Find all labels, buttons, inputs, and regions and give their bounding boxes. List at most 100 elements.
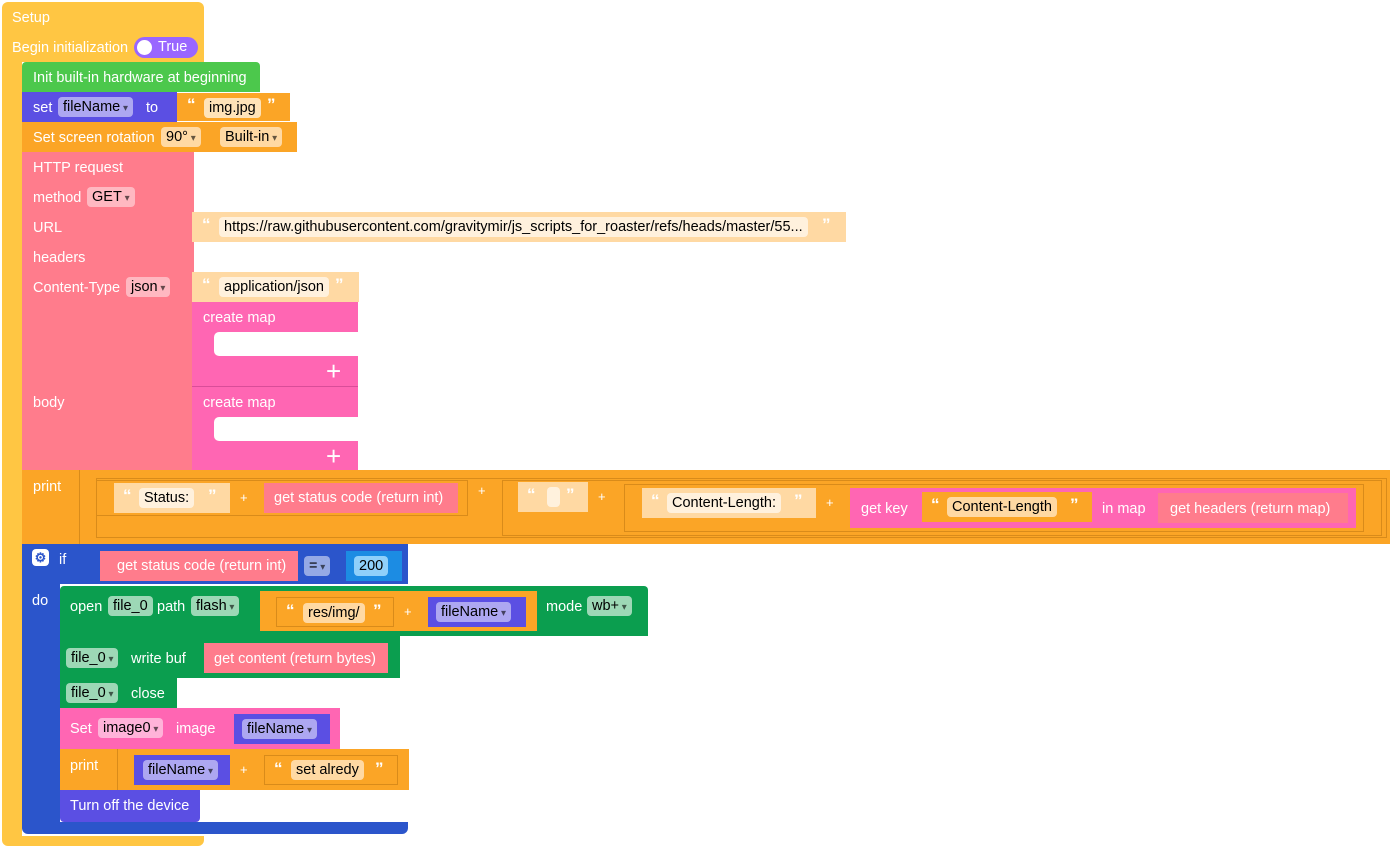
close-file-block[interactable]: file_0 close: [60, 678, 177, 708]
file-name-field[interactable]: file_0: [108, 596, 153, 616]
headers-label: headers: [33, 250, 86, 266]
url-label: URL: [33, 220, 63, 236]
get-status-code-block[interactable]: get status code (return int): [264, 483, 458, 513]
get-content-block[interactable]: get content (return bytes): [204, 643, 388, 673]
create-map-label: create map: [203, 395, 276, 411]
plus-operator: +: [826, 495, 834, 510]
compare-operator-dropdown[interactable]: =: [304, 556, 331, 576]
status-code-label: get status code (return int): [274, 490, 444, 506]
content-type-value-field[interactable]: application/json: [219, 277, 329, 297]
set-alredy-text-block[interactable]: “ set alredy ”: [264, 755, 398, 785]
key-text-block[interactable]: “ Content-Length ”: [922, 492, 1092, 522]
filename-variable-block[interactable]: fileName: [234, 714, 330, 744]
do-label: do: [32, 593, 49, 609]
text-block[interactable]: “ img.jpg ”: [177, 93, 290, 121]
toggle-value: True: [158, 39, 188, 55]
turn-off-label: Turn off the device: [70, 798, 190, 814]
setup-title: Setup: [12, 10, 50, 26]
number-field[interactable]: 200: [354, 556, 389, 576]
plus-operator: +: [598, 489, 606, 504]
close-label: close: [131, 686, 165, 702]
set-variable-block[interactable]: set fileName to: [22, 92, 177, 122]
screen-rotation-block[interactable]: Set screen rotation 90° Built-in: [22, 122, 297, 152]
add-item-icon[interactable]: +: [326, 443, 341, 469]
file-dropdown[interactable]: file_0: [66, 683, 119, 703]
begin-init-toggle[interactable]: True: [134, 37, 198, 58]
empty-text-block[interactable]: “ ”: [518, 482, 588, 512]
open-label: open: [70, 599, 103, 615]
in-map-label: in map: [1102, 501, 1146, 517]
create-map-label: create map: [203, 310, 276, 326]
filename-dropdown[interactable]: fileName: [436, 602, 512, 622]
write-buf-block[interactable]: file_0 write buf get content (return byt…: [60, 636, 400, 678]
image-label: image: [176, 721, 216, 737]
print-label: print: [33, 479, 62, 495]
plus-operator: +: [240, 490, 248, 505]
path-label: path: [157, 599, 186, 615]
turn-off-device-block[interactable]: Turn off the device: [60, 790, 200, 822]
get-headers-label: get headers (return map): [1170, 501, 1331, 517]
image-dropdown[interactable]: image0: [98, 718, 164, 738]
condition-label: get status code (return int): [117, 558, 287, 574]
toggle-knob: [137, 40, 152, 55]
key-field[interactable]: Content-Length: [947, 497, 1057, 517]
print-label: print: [70, 758, 99, 774]
filename-variable-block[interactable]: fileName: [428, 597, 526, 627]
content-length-text-field[interactable]: Content-Length:: [667, 493, 781, 513]
condition-status-code-block[interactable]: get status code (return int): [100, 551, 298, 581]
http-request-block[interactable]: HTTP request method GET URL headers Cont…: [22, 152, 194, 470]
rotation-angle-dropdown[interactable]: 90°: [161, 127, 201, 147]
path-prefix-field[interactable]: res/img/: [303, 603, 365, 623]
status-text-block[interactable]: “ Status: ”: [114, 483, 230, 513]
mode-dropdown[interactable]: wb+: [587, 596, 632, 616]
http-request-title: HTTP request: [33, 160, 123, 176]
print-filename-block[interactable]: print fileName + “ set alredy ”: [60, 749, 409, 790]
init-hardware-label: Init built-in hardware at beginning: [33, 70, 247, 86]
write-buf-label: write buf: [131, 651, 186, 667]
get-key-block[interactable]: get key “ Content-Length ” in map get he…: [850, 488, 1356, 528]
to-label: to: [146, 100, 159, 116]
body-label: body: [33, 395, 65, 411]
get-key-label: get key: [861, 501, 908, 517]
get-headers-block[interactable]: get headers (return map): [1158, 493, 1348, 523]
filename-dropdown[interactable]: fileName: [242, 719, 318, 739]
content-type-text-block[interactable]: “ application/json ”: [192, 272, 359, 302]
begin-init-label: Begin initialization: [12, 40, 129, 56]
add-item-icon[interactable]: +: [326, 358, 341, 384]
content-length-text-block[interactable]: “ Content-Length: ”: [642, 488, 816, 518]
screen-dropdown[interactable]: Built-in: [220, 127, 283, 147]
print-block[interactable]: print “ Status: ” + get status code (ret…: [22, 470, 1390, 544]
storage-dropdown[interactable]: flash: [191, 596, 240, 616]
rotation-label: Set screen rotation: [33, 130, 155, 146]
method-dropdown[interactable]: GET: [87, 187, 135, 207]
get-content-label: get content (return bytes): [214, 651, 376, 667]
mode-label: mode: [546, 599, 583, 615]
headers-create-map-block[interactable]: create map +: [192, 302, 358, 386]
filename-variable-block[interactable]: fileName: [134, 755, 230, 785]
path-join-block[interactable]: “ res/img/ ” + fileName: [260, 591, 537, 631]
plus-operator: +: [240, 762, 248, 777]
variable-dropdown[interactable]: fileName: [58, 97, 134, 117]
set-label: Set: [70, 721, 92, 737]
set-alredy-field[interactable]: set alredy: [291, 760, 364, 780]
method-label: method: [33, 190, 82, 206]
status-text-field[interactable]: Status:: [139, 488, 195, 508]
init-hardware-block[interactable]: Init built-in hardware at beginning: [22, 62, 260, 92]
plus-operator: +: [478, 483, 486, 498]
url-text-block[interactable]: “ https://raw.githubusercontent.com/grav…: [192, 212, 846, 242]
content-type-dropdown[interactable]: json: [126, 277, 171, 297]
text-value-field[interactable]: img.jpg: [204, 98, 261, 118]
url-field[interactable]: https://raw.githubusercontent.com/gravit…: [219, 217, 808, 237]
set-image-block[interactable]: Set image0 image fileName: [60, 708, 340, 749]
open-file-block[interactable]: open file_0 path flash “ res/img/ ” + fi…: [60, 586, 648, 636]
content-type-label: Content-Type: [33, 280, 121, 296]
plus-operator: +: [404, 604, 412, 619]
filename-dropdown[interactable]: fileName: [143, 760, 219, 780]
number-block[interactable]: 200: [346, 551, 402, 581]
path-prefix-text-block[interactable]: “ res/img/ ”: [276, 597, 394, 627]
gear-icon[interactable]: ⚙: [32, 549, 49, 566]
if-label: if: [59, 552, 67, 568]
file-dropdown[interactable]: file_0: [66, 648, 119, 668]
body-create-map-block[interactable]: create map +: [192, 386, 358, 470]
set-label: set: [33, 100, 53, 116]
